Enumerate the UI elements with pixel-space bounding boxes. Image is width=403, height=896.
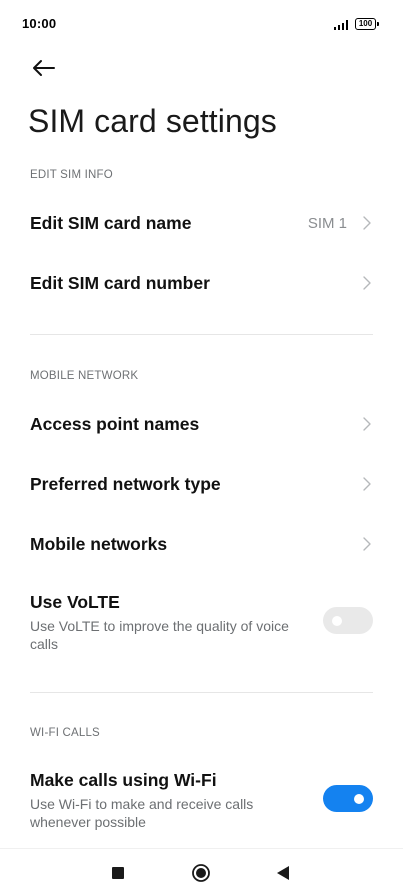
nav-back-button[interactable]	[268, 861, 298, 885]
edit-sim-card-name-label: Edit SIM card name	[30, 213, 192, 233]
use-volte-item[interactable]: Use VoLTE Use VoLTE to improve the quali…	[0, 582, 403, 662]
mobile-networks-label: Mobile networks	[30, 534, 168, 554]
use-volte-description: Use VoLTE to improve the quality of voic…	[30, 618, 289, 652]
recents-button[interactable]	[103, 861, 133, 885]
chevron-right-icon	[363, 417, 371, 431]
wifi-calling-label: Make calls using Wi-Fi	[30, 770, 217, 790]
section-header-wifi-calls: WI-FI CALLS	[30, 727, 100, 739]
circle-home-icon	[192, 864, 210, 882]
edit-sim-card-name-item[interactable]: Edit SIM card name SIM 1	[0, 194, 403, 252]
signal-bars-icon	[334, 19, 351, 30]
toggle-knob	[354, 793, 364, 804]
chevron-right-icon	[363, 537, 371, 551]
section-divider	[30, 692, 373, 693]
home-button[interactable]	[186, 861, 216, 885]
toggle-knob	[332, 615, 342, 626]
triangle-back-icon	[277, 866, 289, 880]
section-divider	[30, 334, 373, 335]
edit-sim-card-number-item[interactable]: Edit SIM card number	[0, 254, 403, 312]
wifi-calling-toggle[interactable]	[323, 785, 373, 812]
wifi-calling-description: Use Wi-Fi to make and receive calls when…	[30, 796, 254, 830]
chevron-right-icon	[363, 216, 371, 230]
sim-card-settings-screen: 10:00 100 SIM card settings EDIT SIM INF…	[0, 0, 403, 896]
status-time: 10:00	[22, 16, 57, 31]
access-point-names-item[interactable]: Access point names	[0, 395, 403, 453]
back-button[interactable]	[24, 52, 60, 84]
chevron-right-icon	[363, 477, 371, 491]
mobile-networks-item[interactable]: Mobile networks	[0, 515, 403, 573]
battery-level: 100	[358, 19, 373, 28]
status-bar: 10:00 100	[0, 0, 403, 46]
preferred-network-type-item[interactable]: Preferred network type	[0, 455, 403, 513]
section-header-edit-sim-info: EDIT SIM INFO	[30, 169, 113, 181]
section-header-mobile-network: MOBILE NETWORK	[30, 370, 139, 382]
navigation-bar	[0, 848, 403, 896]
volte-toggle[interactable]	[323, 607, 373, 634]
wifi-calling-item[interactable]: Make calls using Wi-Fi Use Wi-Fi to make…	[0, 760, 403, 840]
chevron-right-icon	[363, 276, 371, 290]
preferred-network-type-label: Preferred network type	[30, 474, 221, 494]
edit-sim-card-number-label: Edit SIM card number	[30, 273, 210, 293]
use-volte-label: Use VoLTE	[30, 592, 120, 612]
battery-icon: 100	[355, 18, 379, 30]
arrow-left-icon	[33, 60, 55, 76]
page-title: SIM card settings	[28, 103, 277, 139]
access-point-names-label: Access point names	[30, 414, 200, 434]
sim-card-name-value: SIM 1	[307, 215, 347, 232]
square-recents-icon	[112, 867, 124, 879]
